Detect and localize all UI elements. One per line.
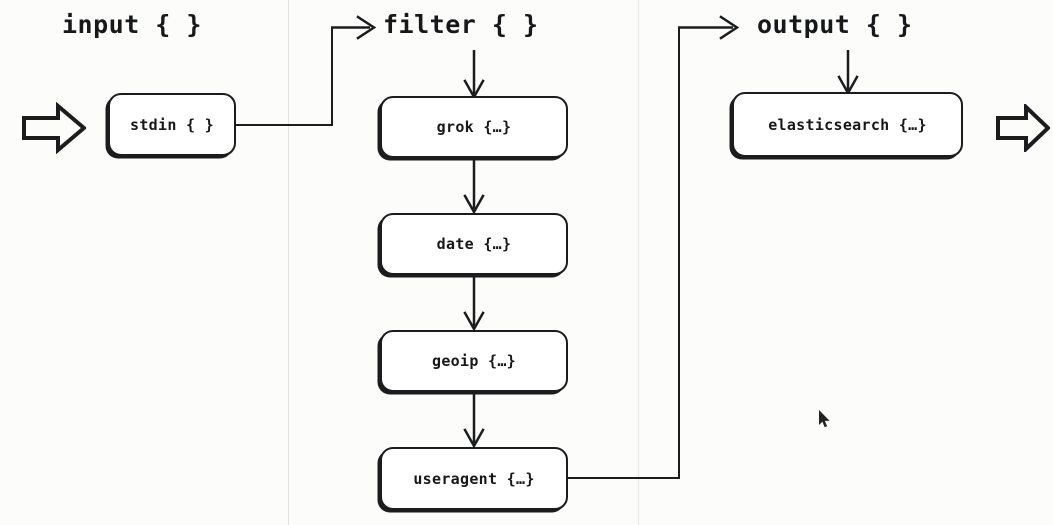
node-date-label: date {…} bbox=[436, 235, 512, 253]
section-title-filter: filter { } bbox=[383, 10, 539, 39]
connector-geoip-to-useragent bbox=[463, 392, 485, 449]
node-geoip-label: geoip {…} bbox=[432, 352, 516, 370]
section-title-input: input { } bbox=[62, 10, 202, 39]
input-filter-divider bbox=[288, 0, 289, 525]
pipeline-entry-arrow bbox=[22, 102, 86, 154]
connector-useragent-to-output-segment-v bbox=[678, 27, 680, 479]
connector-grok-to-date bbox=[463, 158, 485, 215]
node-grok[interactable]: grok {…} bbox=[380, 96, 568, 158]
connector-useragent-to-output-arrowhead bbox=[678, 15, 740, 40]
connector-filter-to-grok bbox=[463, 50, 485, 100]
node-grok-label: grok {…} bbox=[436, 118, 512, 136]
filter-output-divider bbox=[638, 0, 639, 525]
connector-date-to-geoip bbox=[463, 275, 485, 332]
connector-output-to-elasticsearch bbox=[837, 50, 859, 96]
pipeline-exit-arrow bbox=[996, 104, 1050, 152]
mouse-pointer-icon bbox=[819, 410, 830, 428]
connector-stdin-to-filter-segment-v bbox=[331, 27, 333, 126]
node-useragent-label: useragent {…} bbox=[413, 469, 535, 488]
node-elasticsearch-label: elasticsearch {…} bbox=[768, 115, 927, 134]
connector-stdin-to-filter-segment-h1 bbox=[236, 124, 332, 126]
node-geoip[interactable]: geoip {…} bbox=[380, 330, 568, 392]
node-elasticsearch[interactable]: elasticsearch {…} bbox=[732, 92, 963, 157]
node-stdin[interactable]: stdin { } bbox=[108, 93, 236, 156]
connector-useragent-to-output-segment-h1 bbox=[568, 477, 680, 479]
node-date[interactable]: date {…} bbox=[380, 213, 568, 275]
pipeline-diagram: input { } filter { } output { } stdin {… bbox=[0, 0, 1053, 525]
node-stdin-label: stdin { } bbox=[130, 115, 214, 134]
section-title-output: output { } bbox=[757, 10, 913, 39]
connector-stdin-to-filter-arrowhead bbox=[331, 15, 377, 40]
node-useragent[interactable]: useragent {…} bbox=[380, 447, 568, 510]
